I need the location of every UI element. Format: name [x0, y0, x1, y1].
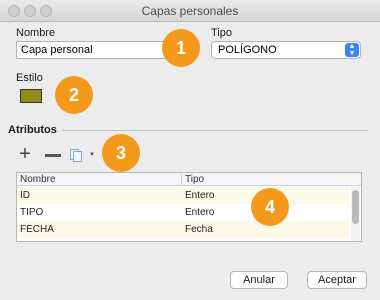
cancel-button[interactable]: Anular	[230, 271, 288, 289]
column-header-type[interactable]: Tipo	[185, 174, 204, 185]
add-attribute-button[interactable]: +	[16, 143, 34, 165]
type-label: Tipo	[211, 27, 232, 39]
cell-name: ID	[20, 190, 30, 201]
cell-type: Entero	[185, 190, 215, 201]
callout-badge-3: 3	[102, 134, 140, 172]
attributes-section-label: Atributos	[8, 124, 57, 136]
callout-badge-4: 4	[251, 188, 289, 226]
cell-name: TIPO	[20, 207, 44, 218]
column-header-name[interactable]: Nombre	[20, 174, 56, 185]
window-title: Capas personales	[141, 4, 239, 18]
table-row[interactable]: FECHA Fecha	[17, 221, 349, 238]
style-label: Estilo	[16, 72, 43, 84]
attributes-table[interactable]: Nombre Tipo ID Entero TIPO Entero FECHA …	[16, 172, 362, 242]
callout-badge-2: 2	[55, 76, 93, 114]
cell-name: FECHA	[20, 224, 54, 235]
type-select[interactable]: POLÍGONO ▲ ▼	[211, 41, 361, 59]
type-select-value: POLÍGONO	[218, 44, 277, 56]
duplicate-attribute-button[interactable]	[70, 146, 84, 164]
section-divider	[62, 130, 368, 131]
style-color-swatch[interactable]	[20, 89, 42, 103]
title-bar: Capas personales	[0, 0, 380, 22]
cell-type: Entero	[185, 207, 215, 218]
table-header: Nombre Tipo	[17, 173, 361, 186]
duplicate-menu-caret-icon[interactable]: ▼	[89, 146, 95, 164]
callout-badge-1: 1	[162, 29, 200, 67]
accept-button[interactable]: Aceptar	[307, 271, 367, 289]
select-arrows-icon: ▲ ▼	[345, 43, 359, 57]
minus-icon	[45, 154, 61, 157]
name-label: Nombre	[16, 27, 56, 39]
scrollbar-thumb[interactable]	[352, 190, 359, 224]
cell-type: Fecha	[185, 224, 213, 235]
table-scrollbar[interactable]	[351, 187, 360, 241]
table-row[interactable]: TIPO Entero	[17, 204, 349, 221]
remove-attribute-button[interactable]	[44, 146, 62, 164]
plus-icon: +	[19, 143, 31, 165]
table-row[interactable]: ID Entero	[17, 187, 349, 204]
